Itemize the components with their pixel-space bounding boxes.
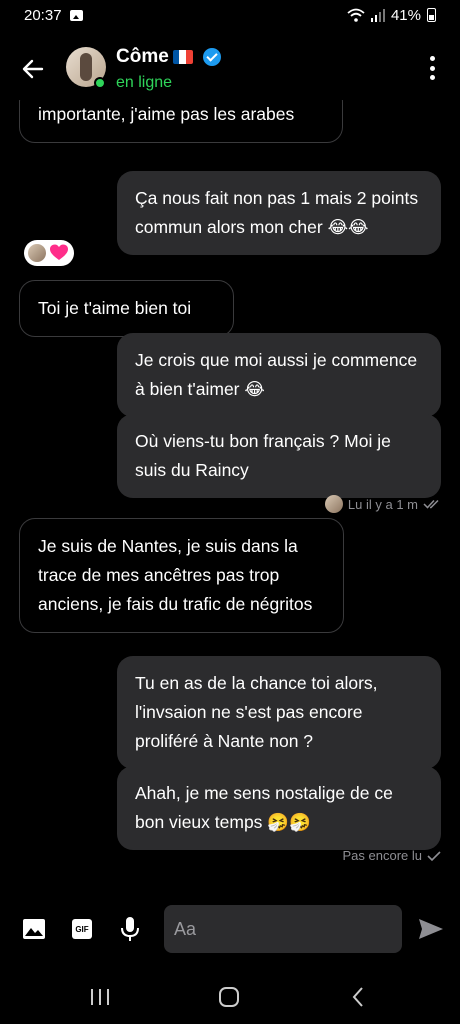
voice-message-button[interactable] bbox=[117, 916, 143, 942]
message-bubble-received[interactable]: Toi je t'aime bien toi bbox=[19, 280, 234, 337]
check-icon bbox=[427, 850, 441, 861]
message-bubble-sent[interactable]: Où viens-tu bon français ? Moi je suis d… bbox=[117, 414, 441, 498]
message-list[interactable]: importante, j'aime pas les arabes Ça nou… bbox=[0, 100, 460, 870]
home-button[interactable] bbox=[214, 982, 244, 1012]
send-icon bbox=[419, 919, 443, 939]
recent-apps-button[interactable] bbox=[85, 982, 115, 1012]
unread-receipt-text: Pas encore lu bbox=[342, 848, 423, 863]
read-receipt-text: Lu il y a 1 m bbox=[347, 496, 418, 512]
message-text: Où viens-tu bon français ? Moi je suis d… bbox=[135, 431, 391, 480]
recent-apps-icon bbox=[91, 989, 109, 1005]
message-text: importante, j'aime pas les arabes bbox=[38, 104, 295, 124]
message-text: Je suis de Nantes, je suis dans la trace… bbox=[38, 536, 313, 614]
more-options-icon[interactable] bbox=[428, 56, 436, 80]
battery-percent: 41% bbox=[390, 6, 421, 24]
message-bubble-sent[interactable]: Je crois que moi aussi je commence à bie… bbox=[117, 333, 441, 417]
home-icon bbox=[219, 987, 239, 1007]
status-time: 20:37 bbox=[24, 6, 62, 24]
back-nav-button[interactable] bbox=[343, 982, 373, 1012]
gif-icon: GIF bbox=[72, 919, 92, 939]
back-chevron-icon bbox=[352, 987, 363, 1007]
image-picker-button[interactable] bbox=[21, 916, 47, 942]
message-bubble-sent[interactable]: Ça nous fait non pas 1 mais 2 points com… bbox=[117, 171, 441, 255]
message-text: Toi je t'aime bien toi bbox=[38, 298, 192, 318]
send-button[interactable] bbox=[418, 916, 444, 942]
verified-badge-icon bbox=[202, 48, 221, 66]
message-text: Ça nous fait non pas 1 mais 2 points com… bbox=[135, 188, 419, 237]
reaction-avatar bbox=[28, 244, 46, 262]
message-text: Je crois que moi aussi je commence à bie… bbox=[135, 350, 418, 399]
message-bubble-received[interactable]: importante, j'aime pas les arabes bbox=[19, 100, 343, 143]
gif-button[interactable]: GIF bbox=[69, 916, 95, 942]
unread-receipt: Pas encore lu bbox=[343, 848, 442, 863]
france-flag-icon bbox=[172, 50, 193, 64]
heart-icon bbox=[50, 244, 68, 260]
message-text: Ahah, je me sens nostalige de ce bon vie… bbox=[135, 783, 393, 832]
message-bubble-received[interactable]: Je suis de Nantes, je suis dans la trace… bbox=[19, 518, 344, 633]
message-composer: GIF bbox=[0, 900, 460, 958]
reader-avatar bbox=[324, 495, 343, 513]
message-reaction[interactable] bbox=[24, 240, 74, 266]
message-bubble-sent[interactable]: Ahah, je me sens nostalige de ce bon vie… bbox=[117, 766, 441, 850]
image-icon bbox=[23, 919, 45, 939]
signal-icon bbox=[370, 9, 385, 22]
read-receipt: Lu il y a 1 m bbox=[324, 495, 441, 513]
double-check-icon bbox=[423, 499, 439, 509]
gallery-notification-icon bbox=[69, 9, 83, 21]
online-indicator bbox=[94, 77, 106, 89]
message-input[interactable] bbox=[164, 905, 402, 953]
message-text: Tu en as de la chance toi alors, l'invsa… bbox=[135, 673, 378, 751]
message-bubble-sent[interactable]: Tu en as de la chance toi alors, l'invsa… bbox=[117, 656, 441, 769]
contact-name: Côme bbox=[116, 46, 169, 67]
microphone-icon bbox=[121, 917, 139, 941]
contact-name-row[interactable]: Côme bbox=[116, 46, 221, 68]
back-arrow-icon[interactable] bbox=[18, 54, 48, 84]
wifi-icon bbox=[347, 8, 365, 22]
chat-header: Côme en ligne bbox=[0, 40, 460, 98]
system-nav-bar bbox=[0, 968, 460, 1024]
status-bar: 20:37 41% bbox=[0, 0, 460, 30]
battery-icon bbox=[427, 8, 436, 22]
contact-status: en ligne bbox=[116, 74, 173, 91]
